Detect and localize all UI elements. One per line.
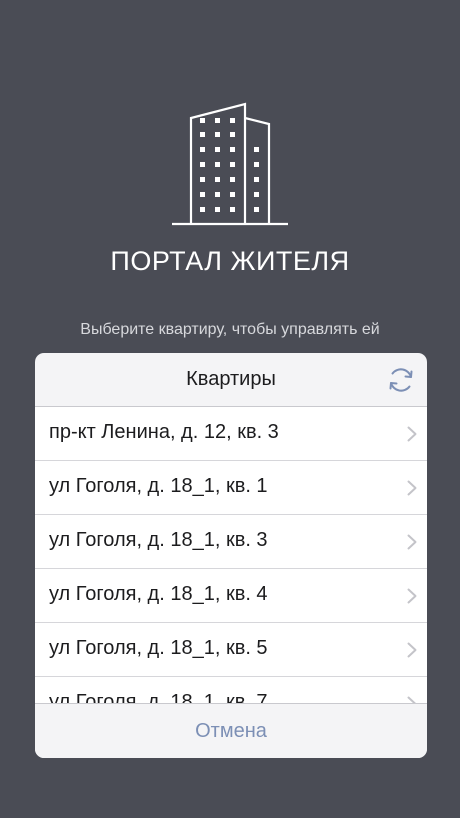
window-mark [254, 177, 259, 182]
window-mark [230, 177, 235, 182]
window-mark [200, 177, 205, 182]
chevron-right-icon [407, 534, 417, 550]
chevron-right-icon [407, 480, 417, 496]
sheet-footer: Отмена [35, 703, 427, 758]
window-mark [215, 147, 220, 152]
window-mark [200, 147, 205, 152]
instruction-text: Выберите квартиру, чтобы управлять ей [80, 321, 380, 338]
window-mark [200, 192, 205, 197]
window-mark [215, 132, 220, 137]
app-title: ПОРТАЛ ЖИТЕЛЯ [110, 246, 350, 276]
cancel-button[interactable]: Отмена [35, 704, 427, 758]
window-mark [230, 147, 235, 152]
refresh-icon[interactable] [386, 365, 416, 395]
window-mark [215, 118, 220, 123]
window-mark [215, 207, 220, 212]
chevron-right-icon [407, 588, 417, 604]
window-mark [254, 207, 259, 212]
window-mark [215, 162, 220, 167]
window-mark [230, 118, 235, 123]
sheet-title: Квартиры [186, 368, 276, 390]
chevron-right-icon [407, 642, 417, 658]
window-mark [254, 162, 259, 167]
apartment-list[interactable]: пр-кт Ленина, д. 12, кв. 3 ул Гоголя, д.… [35, 407, 427, 704]
apartment-address: ул Гоголя, д. 18_1, кв. 4 [49, 583, 268, 605]
list-item[interactable]: ул Гоголя, д. 18_1, кв. 1 [35, 461, 427, 515]
sheet-header: Квартиры [35, 353, 427, 407]
window-mark [230, 192, 235, 197]
window-mark [200, 162, 205, 167]
window-mark [200, 118, 205, 123]
chevron-right-icon [407, 426, 417, 442]
window-mark [200, 207, 205, 212]
apartment-address: ул Гоголя, д. 18_1, кв. 3 [49, 529, 268, 551]
list-item[interactable]: ул Гоголя, д. 18_1, кв. 7 [35, 677, 427, 704]
window-mark [230, 162, 235, 167]
window-mark [230, 207, 235, 212]
list-item[interactable]: ул Гоголя, д. 18_1, кв. 4 [35, 569, 427, 623]
apartments-sheet: Квартиры пр-кт Ленина, д. 12, кв. 3 ул Г… [35, 353, 427, 758]
apartment-address: ул Гоголя, д. 18_1, кв. 1 [49, 475, 268, 497]
window-mark [215, 177, 220, 182]
window-mark [215, 192, 220, 197]
apartment-address: ул Гоголя, д. 18_1, кв. 5 [49, 637, 268, 659]
window-mark [230, 132, 235, 137]
list-item[interactable]: ул Гоголя, д. 18_1, кв. 3 [35, 515, 427, 569]
window-mark [200, 132, 205, 137]
window-mark [254, 147, 259, 152]
list-item[interactable]: ул Гоголя, д. 18_1, кв. 5 [35, 623, 427, 677]
apartment-building-icon [172, 102, 288, 226]
apartment-address: пр-кт Ленина, д. 12, кв. 3 [49, 421, 279, 443]
list-item[interactable]: пр-кт Ленина, д. 12, кв. 3 [35, 407, 427, 461]
window-mark [254, 192, 259, 197]
